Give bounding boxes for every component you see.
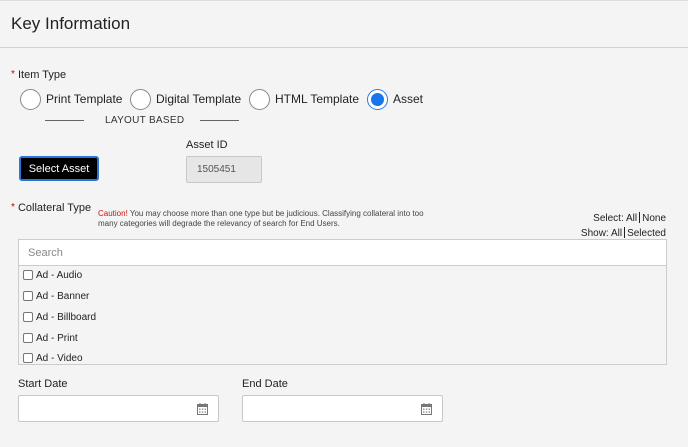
radio-html-template[interactable]: HTML Template bbox=[249, 87, 359, 111]
checkbox[interactable] bbox=[23, 312, 33, 322]
collateral-type-label: * Collateral Type bbox=[11, 202, 91, 214]
radio-html-template-circle[interactable] bbox=[249, 88, 270, 110]
show-selected-link[interactable]: Selected bbox=[627, 228, 666, 239]
required-mark: * bbox=[11, 69, 15, 80]
caution-text: You may choose more than one type but be… bbox=[98, 209, 424, 228]
list-item[interactable]: Ad - Video bbox=[23, 351, 83, 365]
show-all-link[interactable]: All bbox=[611, 228, 622, 239]
caution-prefix: Caution! bbox=[98, 209, 128, 218]
list-item[interactable]: Ad - Billboard bbox=[23, 310, 96, 324]
list-item[interactable]: Ad - Banner bbox=[23, 289, 89, 303]
item-type-label: * Item Type bbox=[11, 69, 66, 81]
select-label: Select: bbox=[593, 213, 624, 224]
caution-message: Caution! You may choose more than one ty… bbox=[98, 209, 428, 229]
list-item-label: Ad - Billboard bbox=[36, 311, 97, 323]
list-item-label: Ad - Banner bbox=[36, 290, 90, 302]
show-links: Show: All Selected bbox=[581, 227, 666, 239]
radio-print-template[interactable]: Print Template bbox=[20, 87, 122, 111]
item-type-label-text: Item Type bbox=[17, 69, 67, 81]
layout-based-label: LAYOUT BASED bbox=[105, 115, 185, 126]
asset-id-field: 1505451 bbox=[186, 156, 262, 183]
checkbox[interactable] bbox=[23, 333, 33, 343]
start-date-field[interactable] bbox=[18, 395, 219, 422]
checkbox[interactable] bbox=[23, 270, 33, 280]
radio-print-template-circle[interactable] bbox=[20, 88, 41, 110]
radio-digital-template-label: Digital Template bbox=[156, 92, 242, 106]
asset-id-label: Asset ID bbox=[186, 139, 228, 151]
select-all-link[interactable]: All bbox=[626, 213, 637, 224]
radio-digital-template-circle[interactable] bbox=[130, 88, 151, 110]
end-date-label: End Date bbox=[242, 378, 288, 390]
required-mark: * bbox=[11, 202, 15, 213]
list-item[interactable]: Ad - Audio bbox=[23, 268, 82, 282]
collateral-search-input[interactable] bbox=[19, 240, 666, 266]
radio-asset-circle[interactable] bbox=[367, 88, 388, 110]
start-date-label: Start Date bbox=[18, 378, 68, 390]
calendar-icon[interactable] bbox=[197, 403, 208, 415]
select-asset-button[interactable]: Select Asset bbox=[19, 156, 99, 181]
end-date-field[interactable] bbox=[242, 395, 443, 422]
collateral-type-list[interactable]: Ad - Audio Ad - Banner Ad - Billboard Ad… bbox=[18, 239, 667, 365]
select-none-link[interactable]: None bbox=[642, 213, 666, 224]
radio-digital-template[interactable]: Digital Template bbox=[130, 87, 241, 111]
section-header: Key Information bbox=[0, 0, 688, 48]
checkbox[interactable] bbox=[23, 353, 33, 363]
layout-divider-left bbox=[45, 120, 84, 121]
radio-asset[interactable]: Asset bbox=[367, 87, 423, 111]
page-title: Key Information bbox=[11, 14, 131, 33]
select-links: Select: All None bbox=[593, 212, 666, 224]
radio-html-template-label: HTML Template bbox=[275, 92, 360, 106]
calendar-icon[interactable] bbox=[421, 403, 432, 415]
separator bbox=[639, 212, 641, 223]
radio-asset-label: Asset bbox=[393, 92, 424, 106]
checkbox[interactable] bbox=[23, 291, 33, 301]
list-item-label: Ad - Video bbox=[36, 352, 83, 364]
list-item-label: Ad - Print bbox=[36, 332, 78, 344]
layout-divider-right bbox=[200, 120, 239, 121]
radio-print-template-label: Print Template bbox=[46, 92, 123, 106]
show-label: Show: bbox=[580, 228, 609, 239]
list-item[interactable]: Ad - Print bbox=[23, 331, 78, 345]
collateral-type-label-text: Collateral Type bbox=[17, 202, 92, 214]
list-item-label: Ad - Audio bbox=[36, 269, 83, 281]
separator bbox=[624, 227, 626, 238]
